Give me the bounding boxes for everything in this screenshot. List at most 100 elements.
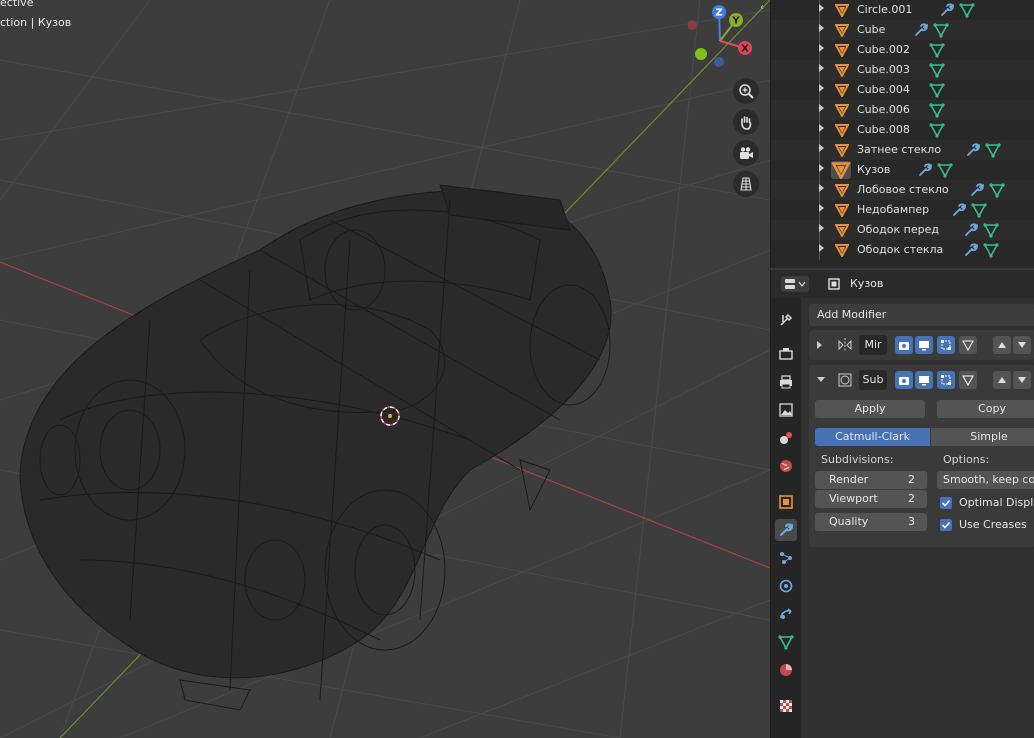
mesh-data-icon[interactable] (959, 2, 975, 18)
add-modifier-button[interactable]: Add Modifier (809, 304, 1034, 326)
copy-button[interactable]: Copy (937, 400, 1034, 418)
outliner-item[interactable]: Затнее стекло (771, 140, 1034, 160)
tab-data[interactable] (775, 631, 797, 653)
object-mesh-icon[interactable] (835, 183, 849, 197)
mirror-viewport-toggle[interactable] (915, 336, 933, 354)
optimal-display-checkbox[interactable] (940, 497, 952, 509)
navigation-gizmo[interactable]: Z Y X (688, 3, 758, 73)
mesh-data-icon[interactable] (983, 242, 999, 258)
subsurf-viewport-toggle[interactable] (915, 371, 933, 389)
outliner-item[interactable]: Лобовое стекло (771, 180, 1034, 200)
uv-smooth-dropdown[interactable]: Smooth, keep cor... (937, 471, 1034, 489)
mesh-data-icon[interactable] (971, 202, 987, 218)
modifier-wrench-icon[interactable] (913, 22, 929, 38)
subsurf-move-up-button[interactable] (993, 371, 1011, 389)
modifier-wrench-icon[interactable] (951, 202, 967, 218)
mirror-move-down-button[interactable] (1013, 336, 1031, 354)
viewport-levels-field[interactable]: Viewport 2 (815, 490, 927, 508)
camera-view-button[interactable] (733, 140, 759, 166)
mesh-data-icon[interactable] (929, 102, 945, 118)
mirror-name-field[interactable]: Mir (859, 335, 887, 355)
outliner-item[interactable]: Ободок перед (771, 220, 1034, 240)
mesh-data-icon[interactable] (985, 142, 1001, 158)
outliner-item[interactable]: Кузов (771, 160, 1034, 180)
tab-particles[interactable] (775, 547, 797, 569)
tab-physics[interactable] (775, 575, 797, 597)
modifier-wrench-icon[interactable] (965, 142, 981, 158)
editor-type-dropdown[interactable] (781, 276, 809, 292)
algorithm-simple[interactable]: Simple (931, 428, 1034, 446)
use-creases-checkbox[interactable] (940, 519, 952, 531)
expand-arrow-icon[interactable] (819, 204, 824, 212)
apply-button[interactable]: Apply (815, 400, 925, 418)
object-mesh-icon[interactable] (835, 83, 849, 97)
outliner-item[interactable]: Недобампер (771, 200, 1034, 220)
expand-arrow-icon[interactable] (819, 184, 824, 192)
expand-arrow-icon[interactable] (817, 341, 822, 349)
object-mesh-icon[interactable] (835, 123, 849, 137)
subsurf-editcage-toggle[interactable] (937, 371, 955, 389)
outliner-item[interactable]: Cube (771, 20, 1034, 40)
tab-tool[interactable] (775, 309, 797, 331)
tab-modifiers[interactable] (775, 519, 797, 541)
modifier-wrench-icon[interactable] (963, 222, 979, 238)
tab-output[interactable] (775, 371, 797, 393)
outliner-item[interactable]: Cube.004 (771, 80, 1034, 100)
object-mesh-icon[interactable] (835, 143, 849, 157)
mirror-editmode-toggle[interactable] (895, 336, 913, 354)
expand-arrow-icon[interactable] (819, 4, 824, 12)
tab-texture[interactable] (775, 695, 797, 717)
expand-arrow-icon[interactable] (819, 44, 824, 52)
object-mesh-icon[interactable] (835, 243, 849, 257)
tab-object[interactable] (775, 491, 797, 513)
mesh-data-icon[interactable] (983, 222, 999, 238)
zoom-button[interactable] (733, 78, 759, 104)
modifier-wrench-icon[interactable] (969, 182, 985, 198)
sidebar-collapse-icon[interactable]: ‹ (760, 2, 764, 13)
tab-scene[interactable] (775, 427, 797, 449)
object-mesh-icon[interactable] (835, 3, 849, 17)
mesh-data-icon[interactable] (989, 182, 1005, 198)
expand-arrow-icon[interactable] (819, 144, 824, 152)
mirror-move-up-button[interactable] (993, 336, 1011, 354)
perspective-toggle-button[interactable] (733, 171, 759, 197)
mirror-oncage-toggle[interactable] (959, 336, 977, 354)
expand-arrow-icon[interactable] (819, 84, 824, 92)
outliner-item[interactable]: Cube.006 (771, 100, 1034, 120)
tab-render[interactable] (775, 343, 797, 365)
expand-arrow-icon[interactable] (819, 64, 824, 72)
object-mesh-icon[interactable] (835, 23, 849, 37)
expand-arrow-icon[interactable] (819, 104, 824, 112)
algorithm-catmull-clark[interactable]: Catmull-Clark (815, 428, 930, 446)
quality-field[interactable]: Quality 3 (815, 513, 927, 531)
mesh-data-icon[interactable] (929, 42, 945, 58)
modifier-wrench-icon[interactable] (939, 2, 955, 18)
modifier-wrench-icon[interactable] (917, 162, 933, 178)
modifier-wrench-icon[interactable] (963, 242, 979, 258)
mirror-editcage-toggle[interactable] (937, 336, 955, 354)
outliner-item[interactable]: Ободок стекла (771, 240, 1034, 260)
3d-viewport[interactable]: ective ction | Кузов Z Y X ‹ (0, 0, 770, 738)
mesh-data-icon[interactable] (929, 122, 945, 138)
viewport-scene[interactable] (0, 0, 770, 738)
expand-arrow-icon[interactable] (819, 24, 824, 32)
expand-arrow-icon[interactable] (819, 164, 824, 172)
pan-button[interactable] (733, 109, 759, 135)
expand-arrow-icon[interactable] (819, 124, 824, 132)
subsurf-editmode-toggle[interactable] (895, 371, 913, 389)
tab-constraints[interactable] (775, 603, 797, 625)
tab-material[interactable] (775, 659, 797, 681)
outliner-item[interactable]: Cube.002 (771, 40, 1034, 60)
object-mesh-icon[interactable] (835, 63, 849, 77)
object-mesh-icon[interactable] (835, 103, 849, 117)
outliner-item[interactable]: Circle.001 (771, 0, 1034, 20)
object-mesh-icon[interactable] (835, 203, 849, 217)
mesh-data-icon[interactable] (937, 162, 953, 178)
subsurf-move-down-button[interactable] (1013, 371, 1031, 389)
tab-world[interactable] (775, 455, 797, 477)
object-mesh-icon[interactable] (831, 161, 851, 179)
mesh-data-icon[interactable] (929, 62, 945, 78)
outliner-panel[interactable]: Circle.001 Cube Cube.002 Cube.003 Cube.004 Cu… (770, 0, 1034, 268)
collapse-arrow-icon[interactable] (817, 377, 825, 382)
mesh-data-icon[interactable] (933, 22, 949, 38)
